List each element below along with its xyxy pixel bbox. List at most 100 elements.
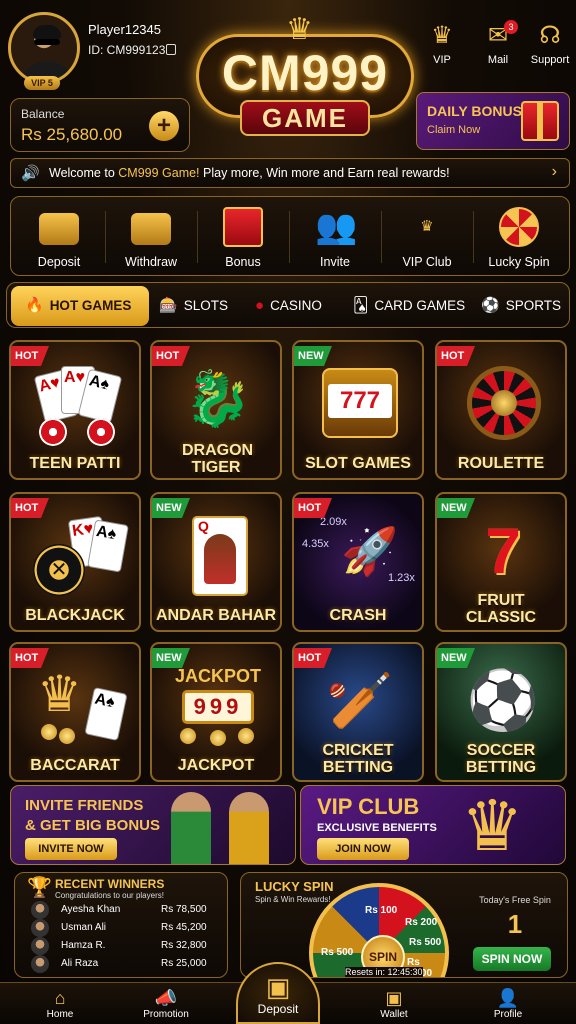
casino-chip-icon: ●: [255, 297, 265, 314]
game-card-baccarat[interactable]: ♛ A♠ HOT BACCARAT: [9, 642, 141, 782]
lucky-spin-title: LUCKY SPIN: [255, 879, 334, 894]
game-card-crash[interactable]: 2.09x 4.35x 1.23x 🚀 HOT CRASH: [292, 492, 424, 632]
plus-icon: +: [156, 112, 171, 139]
vip-button[interactable]: ♛ VIP: [416, 20, 468, 66]
free-spin-count: 1: [507, 909, 523, 939]
winner-amount: Rs 25,000: [161, 958, 207, 969]
game-card-fruit-classic[interactable]: 7 NEW FRUIT CLASSIC: [435, 492, 567, 632]
hot-badge: HOT: [437, 346, 475, 366]
soccer-ball-icon: ⚽: [481, 297, 500, 314]
tab-casino[interactable]: ● CASINO: [255, 286, 322, 326]
winner-row: Ayesha Khan Rs 78,500: [31, 901, 225, 919]
gift-icon: [521, 101, 559, 141]
cards-icon: A♥ A♥ A♠: [31, 364, 123, 446]
mail-label: Mail: [487, 54, 509, 66]
quick-actions: Deposit Withdraw Bonus 👥 Invite ♛ VIP Cl…: [10, 196, 570, 276]
nav-wallet[interactable]: ▣ Wallet: [354, 987, 434, 1020]
cards-icon: 🂡: [353, 297, 369, 314]
game-card-cricket-betting[interactable]: 🏏 HOT CRICKET BETTING: [292, 642, 424, 782]
nav-label: Promotion: [143, 1009, 189, 1020]
mail-button[interactable]: ✉ 3 Mail: [472, 20, 524, 66]
tab-label: SPORTS: [505, 298, 561, 313]
bonus-label: Bonus: [225, 255, 261, 269]
free-spin-label: Today's Free Spin: [479, 895, 551, 905]
invite-title: INVITE FRIENDS: [25, 797, 144, 814]
lucky-spin-action[interactable]: Lucky Spin: [473, 197, 565, 277]
invite-subtitle: & GET BIG BONUS: [25, 817, 161, 834]
copy-icon[interactable]: [166, 44, 176, 55]
tab-hot-games[interactable]: 🔥 HOT GAMES: [11, 286, 149, 326]
invite-action[interactable]: 👥 Invite: [289, 197, 381, 277]
invite-now-button[interactable]: INVITE NOW: [25, 838, 117, 860]
tab-label: SLOTS: [183, 298, 228, 313]
tab-card-games[interactable]: 🂡 CARD GAMES: [353, 286, 465, 326]
chevron-right-icon[interactable]: ›: [552, 163, 557, 181]
game-card-blackjack[interactable]: K♥ A♠ ✕ HOT BLACKJACK: [9, 492, 141, 632]
tab-slots[interactable]: 🎰 SLOTS: [159, 286, 228, 326]
new-badge: NEW: [294, 346, 332, 366]
lucky-spin-label: Lucky Spin: [488, 255, 550, 269]
vip-club-action[interactable]: ♛ VIP Club: [381, 197, 473, 277]
game-title: TEEN PATTI: [29, 455, 121, 472]
support-button[interactable]: ☊ Support: [524, 20, 576, 66]
crown-icon: ♛: [461, 787, 524, 865]
headset-icon: ☊: [539, 22, 561, 49]
home-icon: ⌂: [54, 988, 66, 1008]
game-card-teen-patti[interactable]: A♥ A♥ A♠ HOT TEEN PATTI: [9, 340, 141, 480]
cards-icon: K♥ A♠ ✕: [31, 515, 129, 596]
vip-club-label: VIP Club: [402, 255, 452, 269]
game-card-roulette[interactable]: HOT ROULETTE: [435, 340, 567, 480]
friends-handshake-icon: [171, 792, 211, 864]
nav-label: Wallet: [380, 1009, 408, 1020]
new-badge: NEW: [152, 498, 190, 518]
vip-club-banner[interactable]: VIP CLUB EXCLUSIVE BENEFITS JOIN NOW ♛: [300, 785, 566, 865]
wheel-segment-label: Rs 500: [409, 937, 442, 948]
tab-sports[interactable]: ⚽ SPORTS: [481, 286, 561, 326]
join-now-button[interactable]: JOIN NOW: [317, 838, 409, 860]
winner-amount: Rs 32,800: [161, 940, 207, 951]
spin-now-button[interactable]: SPIN NOW: [473, 947, 551, 971]
nav-promotion[interactable]: 📣 Promotion: [126, 987, 206, 1020]
jackpot-art-text: JACKPOT: [174, 666, 261, 686]
trophy-icon: 🏆: [27, 877, 52, 899]
game-card-jackpot[interactable]: JACKPOT 999 NEW JACKPOT: [150, 642, 282, 782]
daily-bonus-banner[interactable]: DAILY BONUS Claim Now: [416, 92, 570, 150]
avatar[interactable]: [8, 12, 80, 84]
game-title: CRASH: [329, 607, 387, 624]
game-title: BLACKJACK: [25, 607, 125, 624]
crown-icon: ♛: [286, 13, 313, 46]
avatar: [31, 937, 49, 955]
wallet-icon: ▣: [265, 972, 291, 1002]
winner-row: Usman Ali Rs 45,200: [31, 919, 225, 937]
winner-name: Ali Raza: [61, 958, 99, 969]
nav-home[interactable]: ⌂ Home: [20, 987, 100, 1020]
lucky-spin-subtitle: Spin & Win Rewards!: [255, 895, 331, 904]
app-page: VIP 5 Player12345 ID: CM999123 ♛ CM999 G…: [0, 0, 576, 1024]
bonus-action[interactable]: Bonus: [197, 197, 289, 277]
new-badge: NEW: [152, 648, 190, 668]
daily-bonus-claim: Claim Now: [427, 124, 481, 136]
nav-deposit[interactable]: ▣ Deposit: [236, 962, 320, 1024]
invite-friends-banner[interactable]: INVITE FRIENDS & GET BIG BONUS INVITE NOW: [10, 785, 296, 865]
announcement-bar[interactable]: 🔊 Welcome to CM999 Game! Play more, Win …: [10, 158, 570, 188]
fire-icon: 🔥: [25, 297, 44, 314]
add-funds-button[interactable]: +: [149, 111, 179, 141]
game-card-soccer-betting[interactable]: ⚽ NEW SOCCER BETTING: [435, 642, 567, 782]
vip-club-title: VIP CLUB: [317, 794, 420, 819]
deposit-label: Deposit: [37, 255, 81, 269]
withdraw-action[interactable]: Withdraw: [105, 197, 197, 277]
game-card-andar-bahar[interactable]: Q NEW ANDAR BAHAR: [150, 492, 282, 632]
deposit-action[interactable]: Deposit: [13, 197, 105, 277]
cricket-player-icon: 🏏: [326, 671, 394, 731]
balance-value: Rs 25,680.00: [21, 125, 123, 144]
vip-crown-icon: ♛: [420, 218, 434, 235]
game-card-slot-games[interactable]: 777 NEW SLOT GAMES: [292, 340, 424, 480]
nav-profile[interactable]: 👤 Profile: [468, 987, 548, 1020]
gift-icon: [223, 207, 263, 247]
game-title: CRICKET BETTING: [322, 742, 394, 776]
game-card-dragon-tiger[interactable]: 🐉 HOT DRAGON TIGER: [150, 340, 282, 480]
lucky-spin-panel: Rs 100 Rs 200 Rs 500 Rs 5,000 Rs 500 SPI…: [240, 872, 568, 978]
tab-label: HOT GAMES: [49, 298, 132, 313]
withdraw-label: Withdraw: [124, 255, 178, 269]
game-title: JACKPOT: [177, 757, 255, 774]
